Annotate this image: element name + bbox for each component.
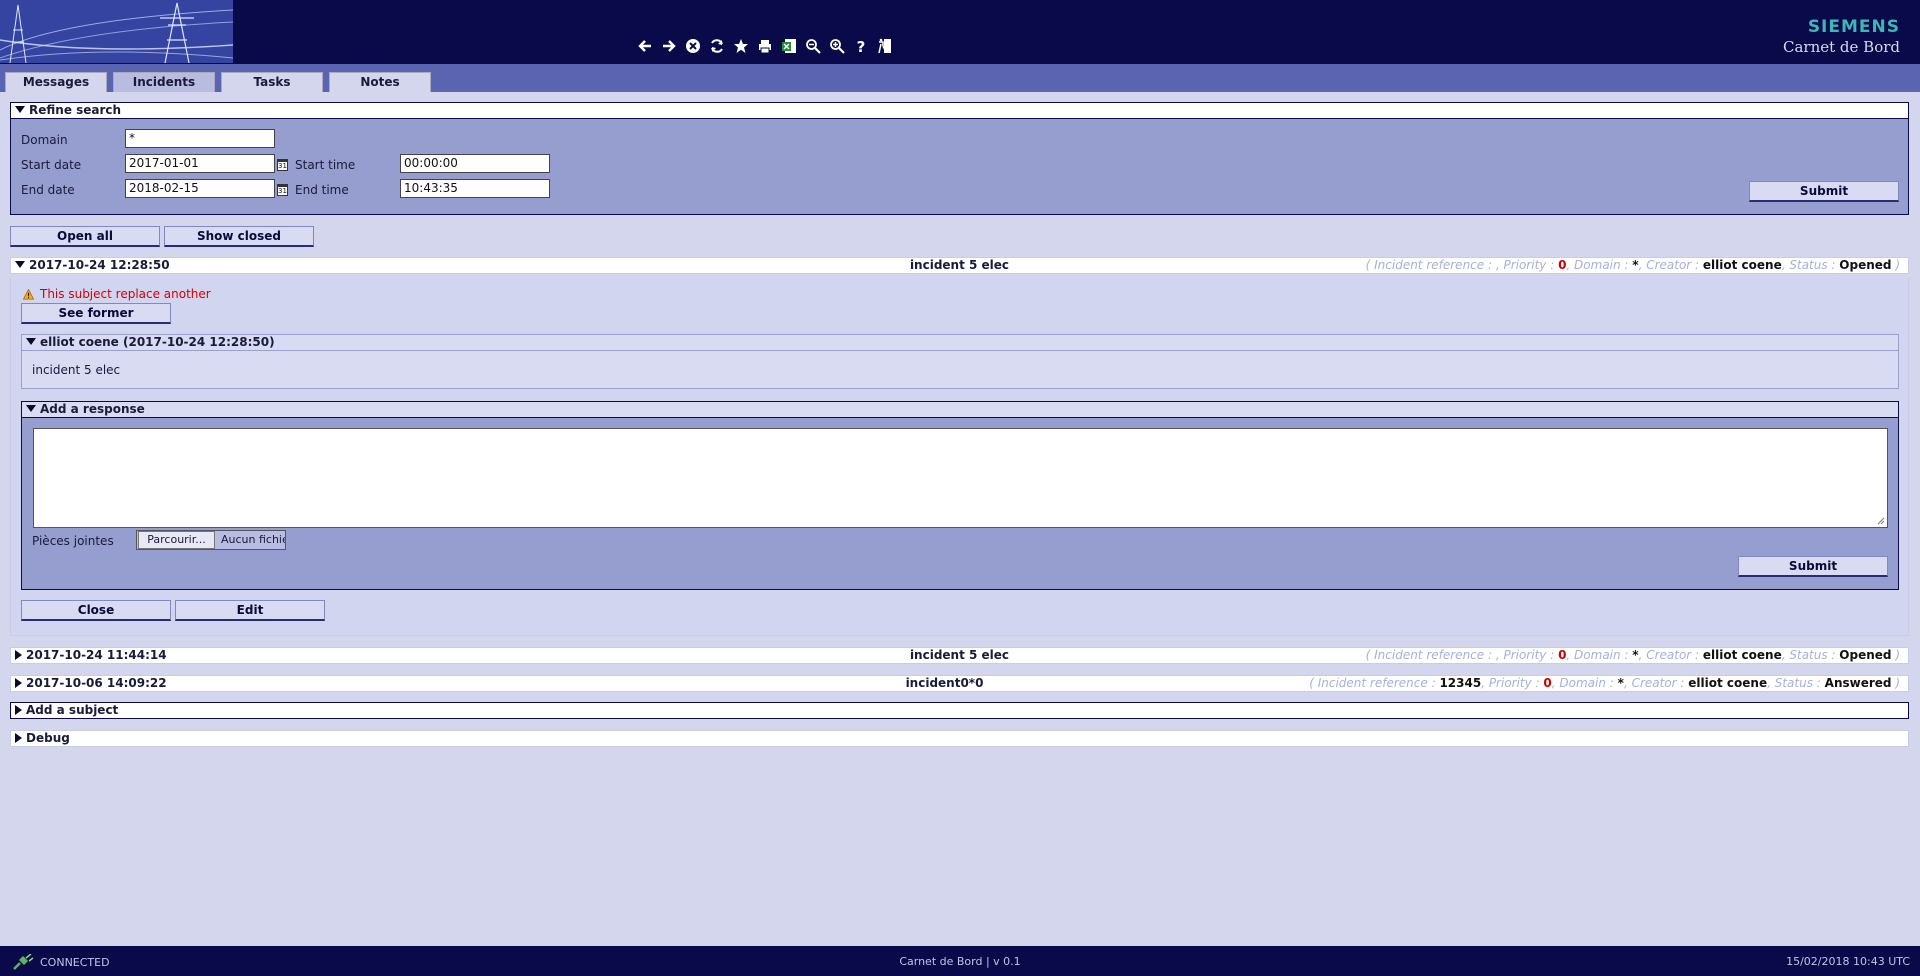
- response-text: incident 5 elec: [32, 363, 121, 377]
- brand-logo: SIEMENS: [1807, 17, 1900, 37]
- subject-row[interactable]: 2017-10-24 12:28:50 incident 5 elec ( In…: [10, 257, 1909, 274]
- help-icon[interactable]: ?: [852, 37, 870, 55]
- response-textarea[interactable]: [33, 428, 1888, 528]
- toolbar: ?: [636, 37, 894, 55]
- tab-tasks[interactable]: Tasks: [221, 72, 323, 92]
- expand-triangle-icon: [15, 649, 22, 660]
- expand-triangle-icon: [15, 704, 22, 715]
- edit-subject-button[interactable]: Edit: [175, 600, 325, 621]
- open-all-button[interactable]: Open all: [10, 226, 160, 247]
- add-response-panel: Pièces jointes Parcourir... Aucun fichie…: [21, 418, 1899, 590]
- exit-icon[interactable]: [876, 37, 894, 55]
- end-date-input[interactable]: 2018-02-15: [125, 179, 275, 198]
- forward-icon[interactable]: [660, 37, 678, 55]
- subject-creator: elliot coene: [1702, 258, 1782, 272]
- connection-text: CONNECTED: [40, 955, 110, 969]
- see-former-button[interactable]: See former: [21, 303, 171, 324]
- add-subject-header[interactable]: Add a subject: [10, 702, 1909, 719]
- subject-date: 2017-10-24 12:28:50: [15, 258, 170, 273]
- collapse-triangle-icon: [26, 338, 36, 345]
- refine-search-title: Refine search: [29, 103, 122, 117]
- subject-status: Answered: [1824, 676, 1892, 690]
- browse-button[interactable]: Parcourir...: [138, 531, 215, 549]
- calendar-icon[interactable]: 31: [277, 184, 288, 196]
- subject-date: 2017-10-06 14:09:22: [15, 676, 167, 691]
- end-time-input[interactable]: 10:43:35: [400, 179, 550, 198]
- refresh-icon[interactable]: [708, 37, 726, 55]
- calendar-icon[interactable]: 31: [277, 159, 288, 171]
- zoom-in-icon[interactable]: [828, 37, 846, 55]
- back-icon[interactable]: [636, 37, 654, 55]
- expand-triangle-icon: [15, 677, 22, 688]
- expand-triangle-icon: [15, 732, 22, 743]
- response-body: incident 5 elec: [21, 351, 1899, 389]
- favorite-icon[interactable]: [732, 37, 750, 55]
- subject-reference: 12345: [1439, 676, 1482, 690]
- response-header[interactable]: elliot coene (2017-10-24 12:28:50): [21, 334, 1899, 351]
- add-response-header[interactable]: Add a response: [21, 401, 1899, 418]
- add-subject-title: Add a subject: [26, 703, 119, 717]
- response-author: elliot coene (2017-10-24 12:28:50): [40, 335, 275, 349]
- start-date-input[interactable]: 2017-01-01: [125, 154, 275, 173]
- svg-text:?: ?: [857, 38, 866, 54]
- subject-status: Opened: [1839, 258, 1892, 272]
- start-time-label: Start time: [295, 158, 356, 172]
- subject-meta: ( Incident reference : 12345, Priority :…: [1309, 676, 1900, 690]
- collapse-triangle-icon: [15, 261, 25, 268]
- start-date-label: Start date: [21, 158, 82, 172]
- brand: SIEMENS Carnet de Bord: [1783, 17, 1900, 56]
- collapse-triangle-icon: [15, 106, 25, 113]
- end-date-label: End date: [21, 183, 75, 197]
- refine-submit-button[interactable]: Submit: [1749, 181, 1899, 202]
- debug-header[interactable]: Debug: [10, 730, 1909, 747]
- print-icon[interactable]: [756, 37, 774, 55]
- resize-handle-icon[interactable]: [1877, 517, 1885, 525]
- subject-row[interactable]: 2017-10-24 11:44:14 incident 5 elec ( In…: [10, 647, 1909, 664]
- warning-text: This subject replace another: [40, 287, 211, 301]
- subject-status: Opened: [1839, 648, 1892, 662]
- tab-incidents[interactable]: Incidents: [113, 72, 215, 92]
- subject-meta: ( Incident reference : , Priority : 0, D…: [1365, 258, 1900, 272]
- subject-date: 2017-10-24 11:44:14: [15, 648, 167, 663]
- collapse-triangle-icon: [26, 405, 36, 412]
- export-excel-icon[interactable]: [780, 37, 798, 55]
- zoom-out-icon[interactable]: [804, 37, 822, 55]
- app-header: ? SIEMENS Carnet de Bord: [0, 0, 1920, 64]
- subject-creator: elliot coene: [1702, 648, 1782, 662]
- add-response-title: Add a response: [40, 402, 145, 416]
- subject-creator: elliot coene: [1688, 676, 1768, 690]
- show-closed-button[interactable]: Show closed: [164, 226, 314, 247]
- warning-icon: [23, 288, 34, 299]
- start-time-input[interactable]: 00:00:00: [400, 154, 550, 173]
- file-status-text: Aucun fichier sélectionné.: [221, 533, 285, 546]
- tab-notes[interactable]: Notes: [329, 72, 431, 92]
- tab-bar: Messages Incidents Tasks Notes: [0, 68, 1920, 92]
- subject-priority: 0: [1543, 676, 1552, 690]
- plug-connected-icon: [13, 954, 34, 970]
- domain-input[interactable]: *: [125, 129, 275, 148]
- subject-row[interactable]: 2017-10-06 14:09:22 incident0*0 ( Incide…: [10, 675, 1909, 692]
- refine-search-header[interactable]: Refine search: [10, 102, 1909, 119]
- app-version: Carnet de Bord | v 0.1: [899, 955, 1021, 968]
- close-subject-button[interactable]: Close: [21, 600, 171, 621]
- connection-status: CONNECTED: [12, 954, 110, 970]
- stop-icon[interactable]: [684, 37, 702, 55]
- app-title: Carnet de Bord: [1783, 38, 1900, 56]
- power-lines-banner-image: [0, 0, 233, 63]
- debug-title: Debug: [26, 731, 70, 745]
- replace-warning: This subject replace another: [23, 287, 211, 301]
- status-datetime: 15/02/2018 10:43 UTC: [1786, 955, 1910, 968]
- end-time-label: End time: [295, 183, 349, 197]
- tab-messages[interactable]: Messages: [5, 72, 107, 92]
- domain-label: Domain: [21, 133, 68, 147]
- refine-search-panel: Domain * Start date 2017-01-01 31 Start …: [10, 119, 1909, 215]
- file-input[interactable]: Parcourir... Aucun fichier sélectionné.: [136, 530, 286, 550]
- attachments-label: Pièces jointes: [32, 534, 114, 548]
- response-submit-button[interactable]: Submit: [1738, 556, 1888, 577]
- subject-meta: ( Incident reference : , Priority : 0, D…: [1365, 648, 1900, 662]
- status-bar: CONNECTED Carnet de Bord | v 0.1 15/02/2…: [0, 946, 1920, 976]
